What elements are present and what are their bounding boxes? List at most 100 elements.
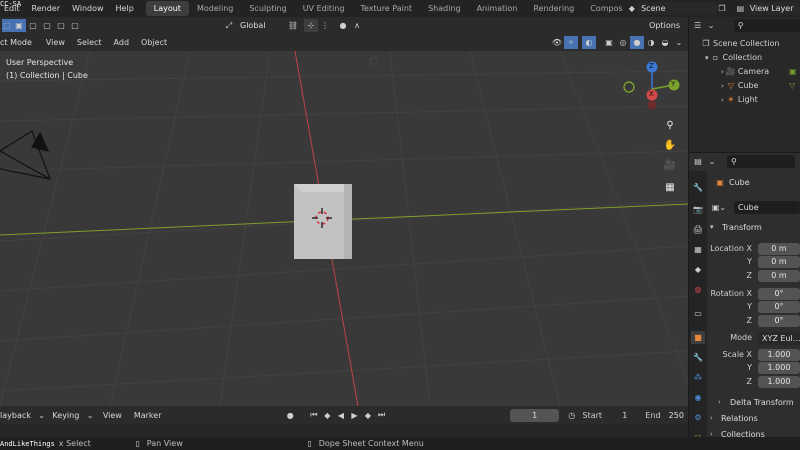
keying-dropdown-icon[interactable]: ⌄ xyxy=(83,409,97,422)
scale-x-field[interactable]: 1.000 xyxy=(758,349,800,361)
current-frame-field[interactable]: 1 xyxy=(510,408,559,422)
tab-rendering[interactable]: Rendering xyxy=(525,1,582,16)
next-keyframe-icon[interactable]: ◆ xyxy=(361,409,375,422)
menu-help[interactable]: Help xyxy=(110,4,140,13)
timeline-view-menu[interactable]: View xyxy=(97,411,128,420)
menu-view[interactable]: View xyxy=(40,38,71,47)
scene-icon[interactable]: ◆ xyxy=(627,2,637,15)
properties-search-field[interactable]: ⚲ xyxy=(727,155,795,168)
outliner-filter-dropdown-icon[interactable]: ⌄ xyxy=(704,19,717,32)
object-datablock-icon[interactable]: ▣⌄ xyxy=(712,201,726,214)
options-dropdown[interactable]: Options xyxy=(645,19,684,32)
transform-panel-toggle[interactable]: ▾ xyxy=(710,223,714,231)
rotation-mode-select[interactable]: XYZ Eul… xyxy=(758,332,800,345)
select-box-icon[interactable]: ▣ xyxy=(12,19,26,32)
snap-target-icon[interactable]: ⋮ xyxy=(318,19,332,32)
camera-view-icon[interactable]: 🎥 xyxy=(662,157,678,173)
camera-object[interactable] xyxy=(0,130,52,181)
object-name-field[interactable]: Cube xyxy=(734,201,800,214)
delta-transform-toggle[interactable]: › xyxy=(718,398,721,406)
location-y-field[interactable]: 0 m xyxy=(758,256,800,268)
pivot-point-icon[interactable]: ⛓ xyxy=(286,19,300,32)
shading-options-icon[interactable]: ⌄ xyxy=(672,36,686,49)
timeline-marker-menu[interactable]: Marker xyxy=(128,411,168,420)
tab-uv-editing[interactable]: UV Editing xyxy=(295,1,353,16)
tab-shading[interactable]: Shading xyxy=(420,1,469,16)
shading-solid-icon[interactable]: ● xyxy=(630,36,644,49)
jump-end-icon[interactable]: ⏭ xyxy=(375,409,389,422)
select-invert-icon[interactable]: ▢ xyxy=(54,19,68,32)
rotation-z-field[interactable]: 0° xyxy=(758,315,800,327)
view-layer-selector[interactable]: View Layer xyxy=(745,2,800,15)
properties-editor-icon[interactable]: ▤ xyxy=(691,155,705,168)
tool-select-icon[interactable]: ⬚ xyxy=(2,19,12,32)
tab-animation[interactable]: Animation xyxy=(469,1,526,16)
rotation-x-field[interactable]: 0° xyxy=(758,288,800,300)
tab-layout[interactable]: Layout xyxy=(145,1,189,16)
transform-panel-title[interactable]: Transform xyxy=(722,223,762,232)
falloff-icon[interactable]: ∧ xyxy=(350,19,364,32)
delta-transform-title[interactable]: Delta Transform xyxy=(730,398,794,407)
prev-keyframe-icon[interactable]: ◆ xyxy=(321,409,335,422)
transform-orientation-select[interactable]: Global xyxy=(236,19,282,32)
select-subtract-icon[interactable]: ▢ xyxy=(40,19,54,32)
proportional-edit-icon[interactable]: ● xyxy=(336,19,350,32)
location-x-field[interactable]: 0 m xyxy=(758,243,800,255)
rotation-y-field[interactable]: 0° xyxy=(758,301,800,313)
start-frame-field[interactable]: 1 xyxy=(602,408,632,422)
relations-title[interactable]: Relations xyxy=(721,414,758,423)
outliner-scene-collection[interactable]: Scene Collection xyxy=(713,39,780,48)
view-layer-icon[interactable]: ▤ xyxy=(735,2,745,15)
mode-selector[interactable]: ct Mode xyxy=(0,36,36,49)
zoom-icon[interactable]: ⚲ xyxy=(662,117,678,133)
3d-viewport[interactable]: User Perspective (1) Collection | Cube Z… xyxy=(0,51,688,406)
keying-menu[interactable]: Keying xyxy=(48,408,84,422)
scene-selector[interactable]: Scene xyxy=(637,2,717,15)
shading-rendered-icon[interactable]: ◒ xyxy=(658,36,672,49)
menu-object[interactable]: Object xyxy=(135,38,173,47)
outliner-collection[interactable]: Collection xyxy=(723,53,763,62)
gizmo-toggle-icon[interactable]: ✧ xyxy=(564,36,578,49)
clock-icon[interactable]: ◷ xyxy=(565,409,579,422)
xray-toggle-icon[interactable]: ▣ xyxy=(602,36,616,49)
jump-start-icon[interactable]: ⏮ xyxy=(307,409,321,422)
select-extend-icon[interactable]: ▢ xyxy=(26,19,40,32)
cube-object[interactable] xyxy=(294,184,352,259)
transform-orientation-icon[interactable]: ⤢ xyxy=(222,19,236,32)
pan-hand-icon[interactable]: ✋ xyxy=(662,137,678,153)
tab-texture-paint[interactable]: Texture Paint xyxy=(352,1,420,16)
location-z-field[interactable]: 0 m xyxy=(758,270,800,282)
copy-scene-icon[interactable]: ❐ xyxy=(717,2,727,15)
visibility-icon[interactable]: 👁 xyxy=(550,36,564,49)
outliner-item-camera[interactable]: Camera xyxy=(738,67,769,76)
relations-toggle[interactable]: › xyxy=(710,414,713,422)
menu-render[interactable]: Render xyxy=(26,4,66,13)
outliner-editor-icon[interactable]: ☰ xyxy=(691,19,704,32)
menu-window[interactable]: Window xyxy=(66,4,110,13)
constraints-tab-icon[interactable]: ⚙ xyxy=(691,411,705,424)
scale-y-field[interactable]: 1.000 xyxy=(758,362,800,374)
tab-compositing[interactable]: Compos xyxy=(582,1,624,16)
tool-tab-icon[interactable]: 🔧 xyxy=(691,181,705,194)
menu-select[interactable]: Select xyxy=(71,38,108,47)
outliner-item-light[interactable]: Light xyxy=(738,95,758,104)
output-tab-icon[interactable]: 🖨 xyxy=(691,223,705,236)
playback-menu[interactable]: layback xyxy=(0,408,35,422)
menu-add[interactable]: Add xyxy=(108,38,136,47)
playback-dropdown-icon[interactable]: ⌄ xyxy=(35,409,49,422)
outliner-search-field[interactable]: ⚲ xyxy=(733,19,800,32)
shading-material-icon[interactable]: ◑ xyxy=(644,36,658,49)
end-frame-field[interactable]: 250 xyxy=(660,408,688,422)
ortho-grid-icon[interactable]: ▦ xyxy=(662,179,678,195)
outliner-item-cube[interactable]: Cube xyxy=(738,81,759,90)
select-intersect-icon[interactable]: ▢ xyxy=(68,19,82,32)
play-icon[interactable]: ▶ xyxy=(348,409,362,422)
snap-icon[interactable]: ⊹ xyxy=(304,19,318,32)
overlay-toggle-icon[interactable]: ◐ xyxy=(582,36,596,49)
render-tab-icon[interactable]: 📷 xyxy=(691,203,705,216)
tab-sculpting[interactable]: Sculpting xyxy=(241,1,294,16)
play-reverse-icon[interactable]: ◀ xyxy=(334,409,348,422)
timeline-body[interactable] xyxy=(0,424,688,437)
scale-z-field[interactable]: 1.000 xyxy=(758,376,800,388)
tab-modeling[interactable]: Modeling xyxy=(189,1,241,16)
